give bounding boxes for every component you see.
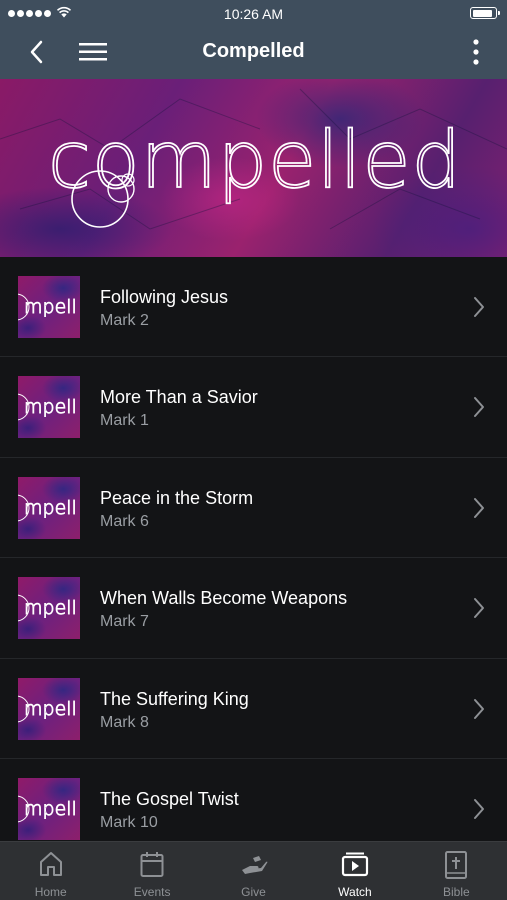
sermon-thumbnail: mpell: [18, 376, 80, 439]
series-banner: compelled: [0, 79, 507, 257]
chevron-right-icon: [474, 297, 484, 317]
item-subtitle: Mark 8: [100, 713, 149, 731]
tab-label: Watch: [338, 885, 372, 899]
status-bar: 10:26 AM: [0, 0, 507, 26]
battery-level: [472, 9, 493, 17]
item-subtitle: Mark 6: [100, 512, 149, 530]
chevron-right-icon: [474, 397, 484, 418]
sermon-thumbnail: mpell: [18, 777, 80, 840]
thumbnail-logo-text: mpell: [24, 396, 77, 418]
tab-give[interactable]: Give: [203, 842, 304, 900]
list-item[interactable]: mpell When Walls Become Weapons Mark 7: [0, 558, 507, 659]
tab-bible[interactable]: Bible: [406, 842, 507, 900]
item-subtitle: Mark 2: [100, 312, 149, 329]
list-item[interactable]: mpell More Than a Savior Mark 1: [0, 357, 507, 458]
hamburger-menu-icon[interactable]: [78, 40, 108, 64]
tab-home[interactable]: Home: [0, 842, 101, 900]
banner-logo-text: compelled: [48, 116, 462, 206]
tab-label: Home: [34, 885, 67, 899]
chevron-right-icon: [474, 798, 484, 819]
thumbnail-logo-text: mpell: [24, 296, 77, 318]
bible-icon: [445, 851, 468, 879]
sermon-thumbnail: mpell: [18, 677, 80, 740]
compelled-logo: compelled: [0, 88, 507, 230]
play-video-icon: [341, 852, 369, 877]
item-title: The Gospel Twist: [100, 788, 239, 809]
item-title: The Suffering King: [100, 688, 249, 709]
item-title: Following Jesus: [100, 287, 229, 307]
chevron-right-icon: [474, 698, 484, 719]
status-time: 10:26 AM: [223, 6, 284, 22]
item-subtitle: Mark 7: [100, 613, 149, 631]
home-icon: [39, 852, 62, 876]
item-title: Peace in the Storm: [100, 487, 254, 508]
tab-label: Bible: [442, 885, 470, 899]
chevron-right-icon: [474, 497, 484, 518]
item-subtitle: Mark 1: [100, 412, 149, 430]
back-chevron-icon[interactable]: [26, 39, 50, 65]
sermon-thumbnail: mpell: [18, 276, 80, 338]
thumbnail-logo-text: mpell: [24, 497, 77, 519]
tab-watch[interactable]: Watch: [304, 842, 405, 900]
tab-label: Events: [133, 885, 171, 899]
tab-label: Give: [241, 885, 266, 899]
give-hand-icon: [241, 856, 267, 874]
chevron-right-icon: [474, 598, 484, 619]
page-title: Compelled: [202, 40, 305, 62]
battery-icon: [470, 7, 500, 19]
list-item[interactable]: mpell The Suffering King Mark 8: [0, 659, 507, 759]
calendar-icon: [140, 852, 164, 877]
item-title: More Than a Savior: [100, 387, 258, 408]
sermon-thumbnail: mpell: [18, 476, 80, 539]
sermon-list: mpell Following Jesus Mark 2 mpell More …: [0, 257, 507, 860]
navigation-bar: Compelled: [0, 26, 507, 79]
list-item[interactable]: mpell Following Jesus Mark 2: [0, 257, 507, 358]
tab-bar: Home Events Give Watch Bible: [0, 841, 507, 900]
more-vertical-icon[interactable]: [471, 38, 481, 66]
thumbnail-logo-text: mpell: [24, 698, 77, 720]
list-item[interactable]: mpell Peace in the Storm Mark 6: [0, 458, 507, 559]
tab-events[interactable]: Events: [101, 842, 202, 900]
item-title: When Walls Become Weapons: [100, 588, 348, 609]
sermon-thumbnail: mpell: [18, 577, 80, 640]
thumbnail-logo-text: mpell: [24, 798, 77, 820]
item-subtitle: Mark 10: [100, 813, 158, 831]
thumbnail-logo-text: mpell: [24, 597, 77, 619]
